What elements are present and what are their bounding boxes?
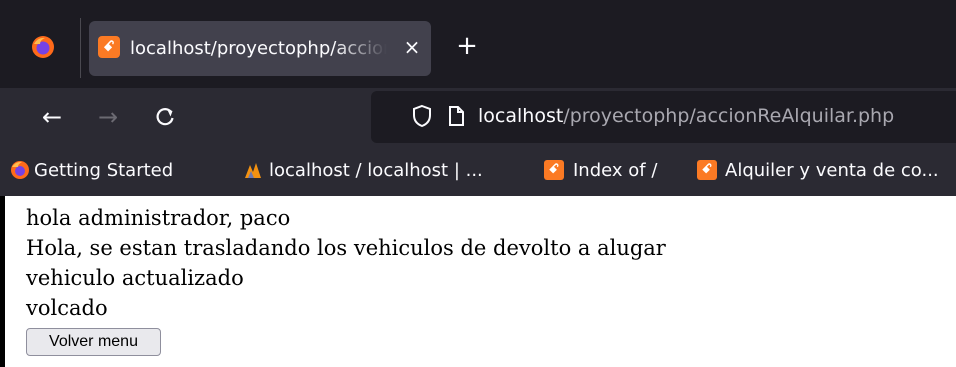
bookmark-label: Alquiler y venta de co...	[725, 160, 939, 181]
firefox-logo-icon[interactable]	[31, 35, 55, 59]
xampp-icon: ꗃ	[98, 36, 120, 58]
bookmark-label: Getting Started	[34, 160, 174, 181]
update-message: vehiculo actualizado	[26, 266, 244, 290]
shield-icon[interactable]	[411, 104, 433, 128]
firefox-icon	[11, 161, 29, 179]
bookmarks-toolbar: Getting Started localhost / localhost | …	[0, 146, 956, 196]
page-content: hola administrador, paco Hola, se estan …	[0, 196, 956, 367]
status-message: Hola, se estan trasladando los vehiculos…	[26, 236, 666, 260]
active-tab[interactable]: ꗃ localhost/proyectophp/accionReAlquilar…	[89, 21, 431, 76]
window-edge	[0, 196, 5, 367]
bookmark-label: Index of /	[573, 160, 658, 181]
tab-strip-separator	[80, 18, 81, 78]
xampp-icon: ꗃ	[697, 160, 717, 180]
greeting-text: hola administrador, paco	[26, 206, 291, 230]
url-path: /proyectophp/accionReAlquilar.php	[563, 105, 895, 127]
forward-arrow-icon[interactable]: →	[88, 97, 128, 137]
bookmark-index-of[interactable]: ꗃ Index of /	[540, 156, 680, 186]
back-arrow-icon[interactable]: ←	[32, 97, 72, 137]
back-to-menu-button[interactable]: Volver menu	[26, 328, 161, 356]
tab-title-fade	[334, 21, 396, 76]
tab-strip: ꗃ localhost/proyectophp/accionReAlquilar…	[0, 0, 956, 88]
url-host: localhost	[478, 105, 564, 127]
bookmark-label: localhost / localhost | ...	[269, 160, 483, 181]
new-tab-icon[interactable]: +	[452, 28, 482, 64]
xampp-icon: ꗃ	[544, 160, 564, 180]
bookmark-getting-started[interactable]: Getting Started	[4, 156, 229, 186]
page-info-icon[interactable]	[446, 104, 466, 128]
phpmyadmin-icon	[245, 163, 261, 178]
close-tab-icon[interactable]: ×	[400, 31, 424, 63]
dump-message: volcado	[26, 296, 108, 320]
bookmark-phpmyadmin[interactable]: localhost / localhost | ...	[239, 156, 529, 186]
url-text[interactable]: localhost/proyectophp/accionReAlquilar.p…	[478, 101, 894, 131]
reload-icon[interactable]	[145, 97, 185, 137]
bookmark-alquiler[interactable]: ꗃ Alquiler y venta de co...	[693, 156, 956, 186]
